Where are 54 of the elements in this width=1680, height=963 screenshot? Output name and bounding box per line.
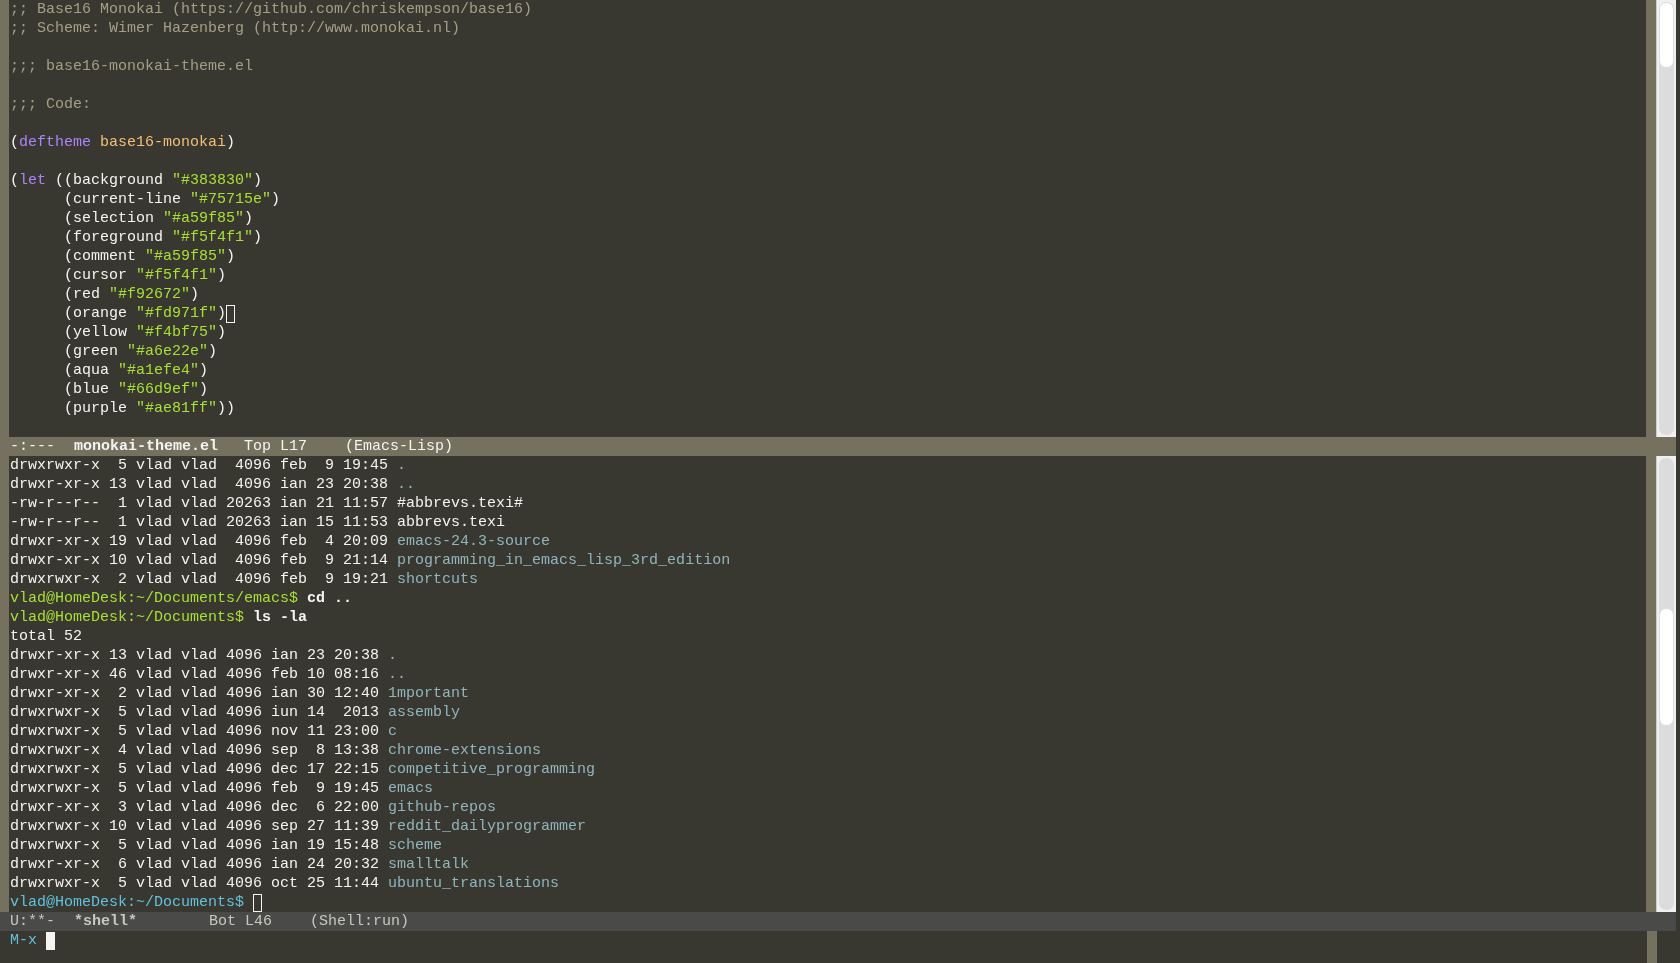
scrollbar[interactable] xyxy=(1656,456,1676,912)
code-line: (blue "#66d9ef") xyxy=(63,380,209,399)
code-line: (aqua "#a1efe4") xyxy=(63,361,209,380)
code-line: ;; Scheme: Wimer Hazenberg (http://www.monokai.nl) xyxy=(10,19,461,38)
fringe xyxy=(1647,931,1657,963)
code-line: (purple "#ae81ff")) xyxy=(63,399,236,418)
code-line: drwxr-xr-x 13 vlad vlad 4096 ian 23 20:38 . xyxy=(10,646,398,665)
code-line: (orange "#fd971f") xyxy=(63,304,227,323)
code-line: (let ((background "#383830") xyxy=(10,171,263,190)
code-line: drwxrwxr-x 5 vlad vlad 4096 iun 14 2013 assembly xyxy=(10,703,461,722)
code-line: drwxrwxr-x 4 vlad vlad 4096 sep 8 13:38 chrome-extensions xyxy=(10,741,542,760)
prompt-line: vlad@HomeDesk:~/Documents$ xyxy=(10,893,246,912)
code-line: drwxr-xr-x 3 vlad vlad 4096 dec 6 22:00 github-repos xyxy=(10,798,497,817)
minibuffer-prompt: M-x xyxy=(10,931,38,950)
code-line: (comment "#a59f85") xyxy=(63,247,236,266)
code-line: -rw-r--r-- 1 vlad vlad 20263 ian 21 11:57 #abbrevs.texi# xyxy=(10,494,524,513)
code-line: drwxr-xr-x 2 vlad vlad 4096 ian 30 12:40 1mportant xyxy=(10,684,470,703)
buffer-position: Top L17 xyxy=(244,437,308,456)
code-line: drwxrwxr-x 5 vlad vlad 4096 feb 9 19:45 emacs xyxy=(10,779,434,798)
code-line: drwxrwxr-x 5 vlad vlad 4096 oct 25 11:44 ubuntu_translations xyxy=(10,874,560,893)
code-line: ;;; base16-monokai-theme.el xyxy=(10,57,254,76)
prompt-line: vlad@HomeDesk:~/Documents$ ls -la xyxy=(10,608,308,627)
code-line: drwxr-xr-x 10 vlad vlad 4096 feb 9 21:14 programming_in_emacs_lisp_3rd_edition xyxy=(10,551,731,570)
code-line: drwxr-xr-x 6 vlad vlad 4096 ian 24 20:32 smalltalk xyxy=(10,855,470,874)
code-line: drwxr-xr-x 46 vlad vlad 4096 feb 10 08:16 .. xyxy=(10,665,407,684)
code-line: drwxrwxr-x 5 vlad vlad 4096 feb 9 19:45 . xyxy=(10,456,407,475)
buffer-name: *shell* xyxy=(74,912,138,931)
code-line: total 52 xyxy=(10,627,82,646)
buffer-position: Bot L46 xyxy=(209,912,273,931)
code-line: ;; Base16 Monokai (https://github.com/chriskempson/base16) xyxy=(10,0,533,19)
major-mode: (Emacs-Lisp) xyxy=(345,437,454,456)
code-line: drwxr-xr-x 13 vlad vlad 4096 ian 23 20:38 .. xyxy=(10,475,416,494)
code-line: (red "#f92672") xyxy=(63,285,200,304)
code-line: drwxrwxr-x 2 vlad vlad 4096 feb 9 19:21 shortcuts xyxy=(10,570,479,589)
buffer-status: -:--- xyxy=(10,437,55,456)
code-line: (cursor "#f5f4f1") xyxy=(63,266,227,285)
major-mode: (Shell:run) xyxy=(310,912,410,931)
buffer-status: U:**- xyxy=(10,912,55,931)
code-line: drwxrwxr-x 5 vlad vlad 4096 dec 17 22:15 competitive_programming xyxy=(10,760,596,779)
code-line: ;;; Code: xyxy=(10,95,91,114)
code-line: drwxrwxr-x 10 vlad vlad 4096 sep 27 11:39 reddit_dailyprogrammer xyxy=(10,817,587,836)
code-line: drwxrwxr-x 5 vlad vlad 4096 nov 11 23:00 c xyxy=(10,722,398,741)
code-line: (foreground "#f5f4f1") xyxy=(63,228,263,247)
code-line: (yellow "#f4bf75") xyxy=(63,323,227,342)
code-line: (deftheme base16-monokai) xyxy=(10,133,236,152)
code-line: (selection "#a59f85") xyxy=(63,209,254,228)
code-line: drwxrwxr-x 5 vlad vlad 4096 ian 19 15:48 scheme xyxy=(10,836,443,855)
scrollbar[interactable] xyxy=(1656,0,1676,437)
code-line: drwxr-xr-x 19 vlad vlad 4096 feb 4 20:09 emacs-24.3-source xyxy=(10,532,551,551)
code-line: -rw-r--r-- 1 vlad vlad 20263 ian 15 11:53 abbrevs.texi xyxy=(10,513,506,532)
buffer-name: monokai-theme.el xyxy=(74,437,219,456)
prompt-line: vlad@HomeDesk:~/Documents/emacs$ cd .. xyxy=(10,589,353,608)
code-line: (green "#a6e22e") xyxy=(63,342,218,361)
code-line: (current-line "#75715e") xyxy=(63,190,281,209)
